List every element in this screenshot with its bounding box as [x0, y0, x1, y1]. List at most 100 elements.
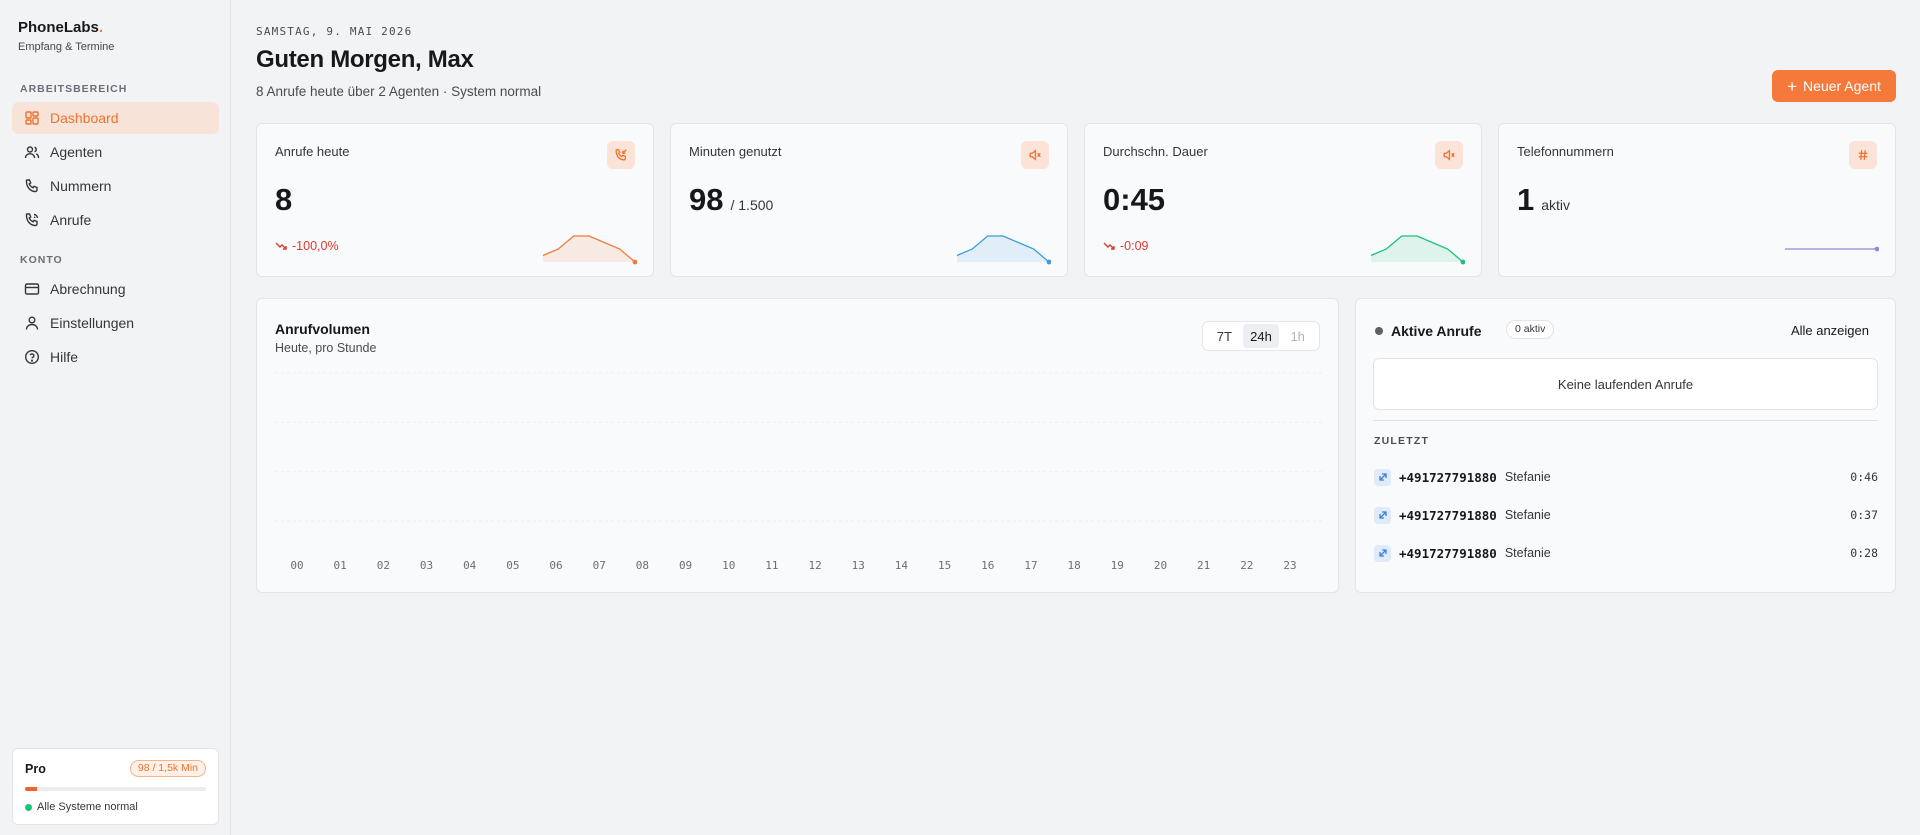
current-date: SAMSTAG, 9. MAI 2026 — [256, 25, 413, 38]
stat-value: 8 — [275, 182, 293, 217]
caller-number: +491727791880 — [1399, 545, 1497, 561]
system-status: Alle Systeme normal — [25, 801, 138, 813]
stat-label: Telefonnummern — [1517, 144, 1614, 159]
plan-usage-badge: 98 / 1,5k Min — [129, 760, 206, 777]
main-content: SAMSTAG, 9. MAI 2026 Guten Morgen, Max 8… — [232, 0, 1920, 835]
stat-value: 0:45 — [1103, 182, 1166, 217]
sparkline-endpoint — [1874, 246, 1879, 252]
speaker-icon — [1435, 141, 1463, 169]
stat-value: 1 aktiv — [1517, 182, 1571, 217]
x-tick-label: 13 — [852, 559, 865, 572]
caller-number: +491727791880 — [1399, 507, 1497, 523]
active-calls-card: Aktive Anrufe 0 aktiv Alle anzeigen Kein… — [1355, 298, 1896, 593]
caller-name: Stefanie — [1504, 508, 1551, 522]
stat-delta: -0:09 — [1103, 239, 1149, 253]
x-tick-label: 09 — [679, 559, 692, 572]
brand-name: PhoneLabs. — [18, 19, 104, 36]
trend-down-icon — [275, 242, 287, 250]
help-circle-icon — [24, 349, 40, 365]
dashboard-icon — [25, 111, 39, 125]
show-all-link[interactable]: Alle anzeigen — [1791, 323, 1869, 338]
plan-name: Pro — [25, 762, 46, 776]
brand[interactable]: PhoneLabs. Empfang & Termine — [18, 19, 114, 53]
sidebar-item-anrufe[interactable]: Anrufe — [12, 204, 219, 236]
x-tick-label: 21 — [1197, 559, 1210, 572]
stat-label: Durchschn. Dauer — [1103, 144, 1208, 159]
call-arrow-icon — [1374, 468, 1391, 486]
recent-call-row[interactable]: +491727791880 Stefanie 0:28 — [1374, 542, 1878, 564]
x-tick-label: 18 — [1068, 559, 1081, 572]
sidebar-item-hilfe[interactable]: Hilfe — [12, 341, 219, 373]
x-tick-label: 08 — [636, 559, 649, 572]
caller-name: Stefanie — [1504, 546, 1551, 560]
nav-section-workspace: ARBEITSBEREICH — [20, 83, 128, 95]
range-selector: 7T 24h 1h — [1202, 321, 1320, 351]
sparkline-duration — [1370, 235, 1465, 265]
recent-call-row[interactable]: +491727791880 Stefanie 0:46 — [1374, 466, 1878, 488]
x-tick-label: 06 — [549, 559, 562, 572]
stat-label: Anrufe heute — [275, 144, 350, 159]
x-tick-label: 07 — [593, 559, 606, 572]
status-dot-icon — [25, 803, 32, 811]
stat-value: 98/ 1.500 — [689, 182, 774, 217]
trend-down-icon — [1103, 242, 1115, 250]
range-7d-button[interactable]: 7T — [1206, 324, 1243, 348]
recent-heading: ZULETZT — [1374, 435, 1430, 447]
x-tick-label: 20 — [1154, 559, 1167, 572]
x-tick-label: 16 — [981, 559, 994, 572]
sparkline-numbers — [1785, 246, 1879, 252]
new-agent-button[interactable]: + Neuer Agent — [1772, 70, 1896, 102]
sidebar-item-label: Nummern — [50, 178, 112, 194]
x-tick-label: 15 — [938, 559, 951, 572]
x-tick-label: 01 — [334, 559, 347, 572]
x-tick-label: 12 — [808, 559, 821, 572]
page-title: Guten Morgen, Max — [256, 46, 474, 73]
plus-icon: + — [1787, 76, 1798, 96]
x-tick-label: 03 — [420, 559, 433, 572]
sidebar-item-label: Agenten — [50, 144, 103, 160]
x-tick-label: 11 — [765, 559, 778, 572]
sidebar-item-abrechnung[interactable]: Abrechnung — [12, 273, 219, 305]
stat-card-avg-duration[interactable]: Durchschn. Dauer 0:45 -0:09 — [1084, 123, 1482, 277]
x-tick-label: 02 — [377, 559, 390, 572]
call-duration: 0:37 — [1850, 508, 1878, 522]
sparkline-minutes — [956, 235, 1051, 265]
x-tick-label: 04 — [463, 559, 477, 572]
page-summary: 8 Anrufe heute über 2 Agenten · System n… — [256, 84, 542, 99]
sidebar-item-label: Abrechnung — [50, 281, 126, 297]
stat-card-minutes-used[interactable]: Minuten genutzt 98/ 1.500 — [670, 123, 1068, 277]
sidebar-item-einstellungen[interactable]: Einstellungen — [12, 307, 219, 339]
divider — [1373, 420, 1878, 421]
sidebar-item-label: Anrufe — [50, 212, 92, 228]
empty-state: Keine laufenden Anrufe — [1373, 358, 1878, 410]
user-icon — [25, 316, 39, 330]
x-tick-label: 17 — [1024, 559, 1037, 572]
call-volume-card: Anrufvolumen Heute, pro Stunde 7T 24h 1h… — [256, 298, 1339, 593]
stat-card-calls-today[interactable]: Anrufe heute 8 -100,0% — [256, 123, 654, 277]
x-tick-label: 05 — [506, 559, 519, 572]
range-24h-button[interactable]: 24h — [1242, 324, 1280, 348]
sidebar-item-label: Hilfe — [50, 349, 79, 365]
sidebar-item-nummern[interactable]: Nummern — [12, 170, 219, 202]
phone-icon — [25, 179, 38, 193]
sidebar: PhoneLabs. Empfang & Termine ARBEITSBERE… — [0, 0, 231, 835]
call-duration: 0:46 — [1850, 470, 1878, 484]
status-dot-icon — [1375, 327, 1383, 335]
new-agent-label: Neuer Agent — [1803, 78, 1881, 94]
stat-label: Minuten genutzt — [689, 144, 782, 159]
sidebar-item-agenten[interactable]: Agenten — [12, 136, 219, 168]
recent-call-row[interactable]: +491727791880 Stefanie 0:37 — [1374, 504, 1878, 526]
phone-call-icon — [25, 213, 39, 227]
sparkline-calls — [542, 235, 637, 265]
call-arrow-icon — [1374, 544, 1391, 562]
x-tick-label: 19 — [1111, 559, 1124, 572]
stat-card-phone-numbers[interactable]: Telefonnummern 1 aktiv — [1498, 123, 1896, 277]
plan-usage-fill — [25, 787, 37, 791]
sidebar-item-dashboard[interactable]: Dashboard — [12, 102, 219, 134]
range-1h-button[interactable]: 1h — [1279, 324, 1316, 348]
users-icon — [24, 146, 40, 159]
caller-name: Stefanie — [1504, 470, 1551, 484]
call-duration: 0:28 — [1850, 546, 1878, 560]
plan-card[interactable]: Pro 98 / 1,5k Min Alle Systeme normal — [12, 748, 219, 825]
plan-usage-bar — [25, 787, 206, 791]
